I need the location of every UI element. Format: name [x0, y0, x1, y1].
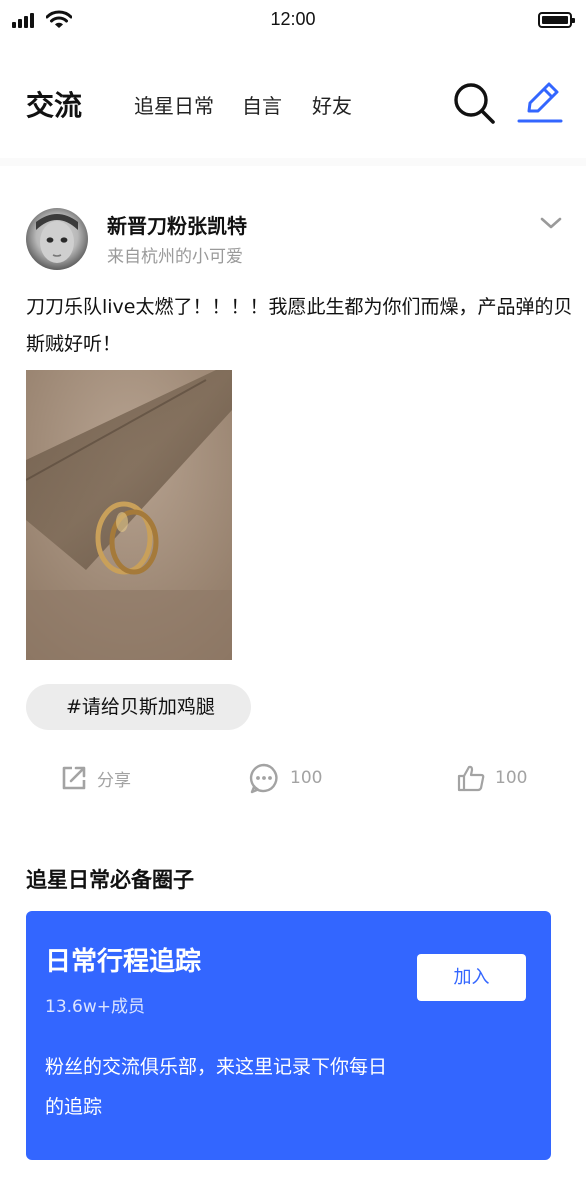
avatar-face-icon [36, 214, 78, 263]
tab-monologue[interactable]: 自言 [242, 90, 282, 119]
rings-photo-image [26, 370, 232, 660]
circle-description: 粉丝的交流俱乐部，来这里记录下你每日的追踪 [45, 1056, 388, 1118]
page-title: 交流 [26, 89, 83, 122]
header-divider [0, 158, 586, 166]
comment-button[interactable]: 100 [248, 762, 322, 794]
section-title: 追星日常必备圈子 [26, 868, 194, 892]
top-header: 交流 追星日常 自言 好友 [0, 70, 586, 138]
author-name[interactable]: 新晋刀粉张凯特 [107, 210, 247, 239]
like-count: 100 [495, 768, 528, 788]
tab-star-daily[interactable]: 追星日常 [134, 90, 214, 119]
author-location: 来自杭州的小可爱 [107, 247, 243, 267]
post-photo-rings[interactable] [26, 370, 232, 660]
join-button[interactable]: 加入 [417, 954, 526, 1001]
comment-bubble-icon [249, 763, 278, 794]
status-time: 12:00 [270, 9, 316, 29]
status-bar: 12:00 [0, 0, 586, 40]
share-button[interactable]: 分享 [61, 762, 131, 794]
battery-icon [538, 12, 575, 28]
circle-card-title: 日常行程追踪 [45, 947, 202, 977]
comment-count: 100 [290, 768, 323, 788]
hashtag-chip[interactable]: #请给贝斯加鸡腿 [26, 684, 251, 730]
share-label: 分享 [97, 770, 131, 791]
chevron-down-icon[interactable] [538, 212, 564, 234]
avatar[interactable] [26, 208, 88, 270]
share-icon [62, 766, 86, 790]
search-icon[interactable] [451, 80, 497, 126]
edit-pen-icon[interactable] [517, 80, 563, 126]
circle-card[interactable]: 日常行程追踪 13.6w+成员 粉丝的交流俱乐部，来这里记录下你每日的追踪 加入 [26, 911, 551, 1160]
tab-friends[interactable]: 好友 [312, 90, 352, 119]
thumbs-up-icon [457, 765, 485, 792]
post-body-text: 刀刀乐队live太燃了！！！！我愿此生都为你们而燥，产品弹的贝斯贼好听！ [26, 296, 573, 355]
like-button[interactable]: 100 [457, 762, 527, 794]
circle-member-count: 13.6w+成员 [45, 997, 145, 1017]
app-screen: 12:00 交流 追星日常 自言 好友 新晋刀粉张凯特 来自杭州的小可爱 刀刀乐… [0, 0, 586, 1204]
